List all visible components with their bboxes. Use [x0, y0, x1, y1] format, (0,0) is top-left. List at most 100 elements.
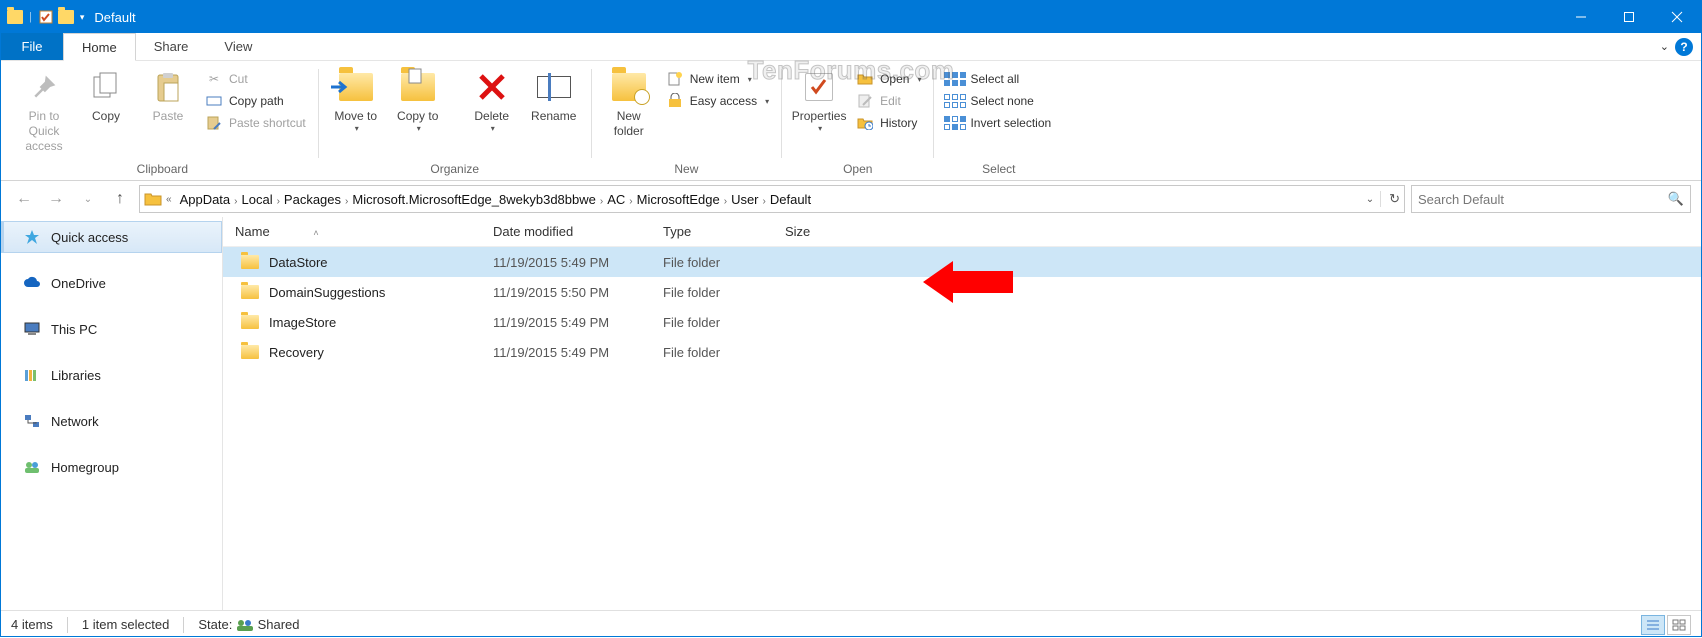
sidebar-item-libraries[interactable]: Libraries — [1, 359, 222, 391]
maximize-button[interactable] — [1605, 1, 1653, 33]
chevron-left-icon[interactable]: « — [166, 194, 172, 205]
new-folder-button[interactable]: New folder — [600, 67, 658, 141]
breadcrumb-segment[interactable]: Packages — [280, 192, 345, 207]
column-size[interactable]: Size — [785, 224, 885, 239]
breadcrumb-segment[interactable]: MicrosoftEdge — [633, 192, 724, 207]
paste-shortcut-button[interactable]: Paste shortcut — [205, 115, 306, 131]
refresh-button[interactable]: ↻ — [1380, 191, 1400, 207]
minimize-button[interactable] — [1557, 1, 1605, 33]
qat-newfolder-icon[interactable] — [58, 10, 74, 24]
nav-recent-button[interactable]: ⌄ — [75, 186, 101, 212]
invert-selection-button[interactable]: Invert selection — [946, 115, 1051, 131]
tab-share[interactable]: Share — [136, 33, 207, 60]
rename-icon — [537, 76, 571, 98]
new-folder-icon — [612, 73, 646, 101]
delete-button[interactable]: Delete▾ — [463, 67, 521, 136]
sidebar-item-homegroup[interactable]: Homegroup — [1, 451, 222, 483]
address-dropdown-icon[interactable]: ⌄ — [1366, 194, 1374, 205]
help-button[interactable]: ? — [1675, 38, 1693, 56]
network-icon — [23, 413, 41, 429]
address-bar[interactable]: « AppData›Local›Packages›Microsoft.Micro… — [139, 185, 1405, 213]
ribbon: Pin to Quick access Copy Paste ✂Cut Copy… — [1, 61, 1701, 181]
column-name[interactable]: Name ˄ — [223, 224, 493, 239]
open-icon — [856, 71, 874, 87]
libraries-icon — [23, 367, 41, 383]
search-input[interactable]: Search Default 🔍 — [1411, 185, 1691, 213]
column-type[interactable]: Type — [663, 224, 785, 239]
select-none-icon — [946, 93, 964, 109]
navigation-pane: Quick access OneDrive This PC Libraries Netw… — [1, 217, 223, 610]
rename-button[interactable]: Rename — [525, 67, 583, 126]
sidebar-item-label: Network — [51, 414, 99, 429]
folder-icon — [241, 255, 259, 269]
history-button[interactable]: History — [856, 115, 921, 131]
sidebar-item-this-pc[interactable]: This PC — [1, 313, 222, 345]
paste-button[interactable]: Paste — [139, 67, 197, 126]
column-date[interactable]: Date modified — [493, 224, 663, 239]
file-date: 11/19/2015 5:49 PM — [493, 255, 663, 270]
breadcrumb-segment[interactable]: Microsoft.MicrosoftEdge_8wekyb3d8bbwe — [348, 192, 600, 207]
status-state: State: Shared — [198, 617, 299, 632]
status-item-count: 4 items — [11, 617, 53, 632]
search-placeholder: Search Default — [1418, 192, 1504, 207]
copy-path-button[interactable]: Copy path — [205, 93, 306, 109]
ribbon-group-label: New — [674, 160, 698, 180]
copy-icon — [90, 71, 122, 103]
new-item-button[interactable]: New item▾ — [666, 71, 769, 87]
easy-access-icon — [666, 93, 684, 109]
file-row[interactable]: Recovery11/19/2015 5:49 PMFile folder — [223, 337, 1701, 367]
sidebar-item-quick-access[interactable]: Quick access — [1, 221, 222, 253]
qat-properties-icon[interactable] — [38, 9, 54, 25]
copy-button[interactable]: Copy — [77, 67, 135, 126]
tab-home[interactable]: Home — [63, 33, 136, 61]
close-button[interactable] — [1653, 1, 1701, 33]
file-name: DataStore — [269, 255, 328, 270]
breadcrumb-segment[interactable]: User — [727, 192, 762, 207]
nav-forward-button[interactable]: → — [43, 186, 69, 212]
open-button[interactable]: Open▾ — [856, 71, 921, 87]
pin-quick-access-button[interactable]: Pin to Quick access — [15, 67, 73, 156]
file-row[interactable]: ImageStore11/19/2015 5:49 PMFile folder — [223, 307, 1701, 337]
sidebar-item-label: This PC — [51, 322, 97, 337]
easy-access-button[interactable]: Easy access▾ — [666, 93, 769, 109]
chevron-right-icon[interactable]: › — [234, 196, 237, 207]
file-type: File folder — [663, 255, 785, 270]
ribbon-collapse-icon[interactable]: ⌄ — [1660, 40, 1669, 53]
ribbon-group-label: Select — [982, 160, 1015, 180]
cut-button[interactable]: ✂Cut — [205, 71, 306, 87]
sidebar-item-label: Quick access — [51, 230, 128, 245]
file-type: File folder — [663, 345, 785, 360]
file-name: ImageStore — [269, 315, 336, 330]
breadcrumb-segment[interactable]: AppData — [176, 192, 235, 207]
select-all-button[interactable]: Select all — [946, 71, 1051, 87]
sidebar-item-network[interactable]: Network — [1, 405, 222, 437]
window-title: Default — [94, 10, 135, 25]
nav-up-button[interactable]: ↑ — [107, 186, 133, 212]
new-item-icon — [666, 71, 684, 87]
cut-icon: ✂ — [205, 71, 223, 87]
ribbon-group-select: Select all Select none Invert selection … — [936, 65, 1061, 180]
edit-button[interactable]: Edit — [856, 93, 921, 109]
qat-dropdown-icon[interactable]: ▾ — [80, 12, 85, 23]
pin-icon — [30, 73, 58, 101]
thumbnails-view-button[interactable] — [1667, 615, 1691, 635]
tab-view[interactable]: View — [206, 33, 270, 60]
breadcrumb-segment[interactable]: Default — [766, 192, 815, 207]
details-view-button[interactable] — [1641, 615, 1665, 635]
sidebar-item-onedrive[interactable]: OneDrive — [1, 267, 222, 299]
select-none-button[interactable]: Select none — [946, 93, 1051, 109]
properties-icon — [805, 73, 833, 101]
file-type: File folder — [663, 285, 785, 300]
file-tab[interactable]: File — [1, 33, 63, 60]
file-date: 11/19/2015 5:50 PM — [493, 285, 663, 300]
location-folder-icon — [144, 191, 162, 207]
ribbon-group-clipboard: Pin to Quick access Copy Paste ✂Cut Copy… — [9, 65, 316, 180]
folder-icon — [241, 315, 259, 329]
nav-back-button[interactable]: ← — [11, 186, 37, 212]
move-to-button[interactable]: Move to▾ — [327, 67, 385, 136]
breadcrumb-segment[interactable]: AC — [603, 192, 629, 207]
properties-button[interactable]: Properties▾ — [790, 67, 848, 136]
sidebar-item-label: Libraries — [51, 368, 101, 383]
copy-to-button[interactable]: Copy to▾ — [389, 67, 447, 136]
breadcrumb-segment[interactable]: Local — [238, 192, 277, 207]
